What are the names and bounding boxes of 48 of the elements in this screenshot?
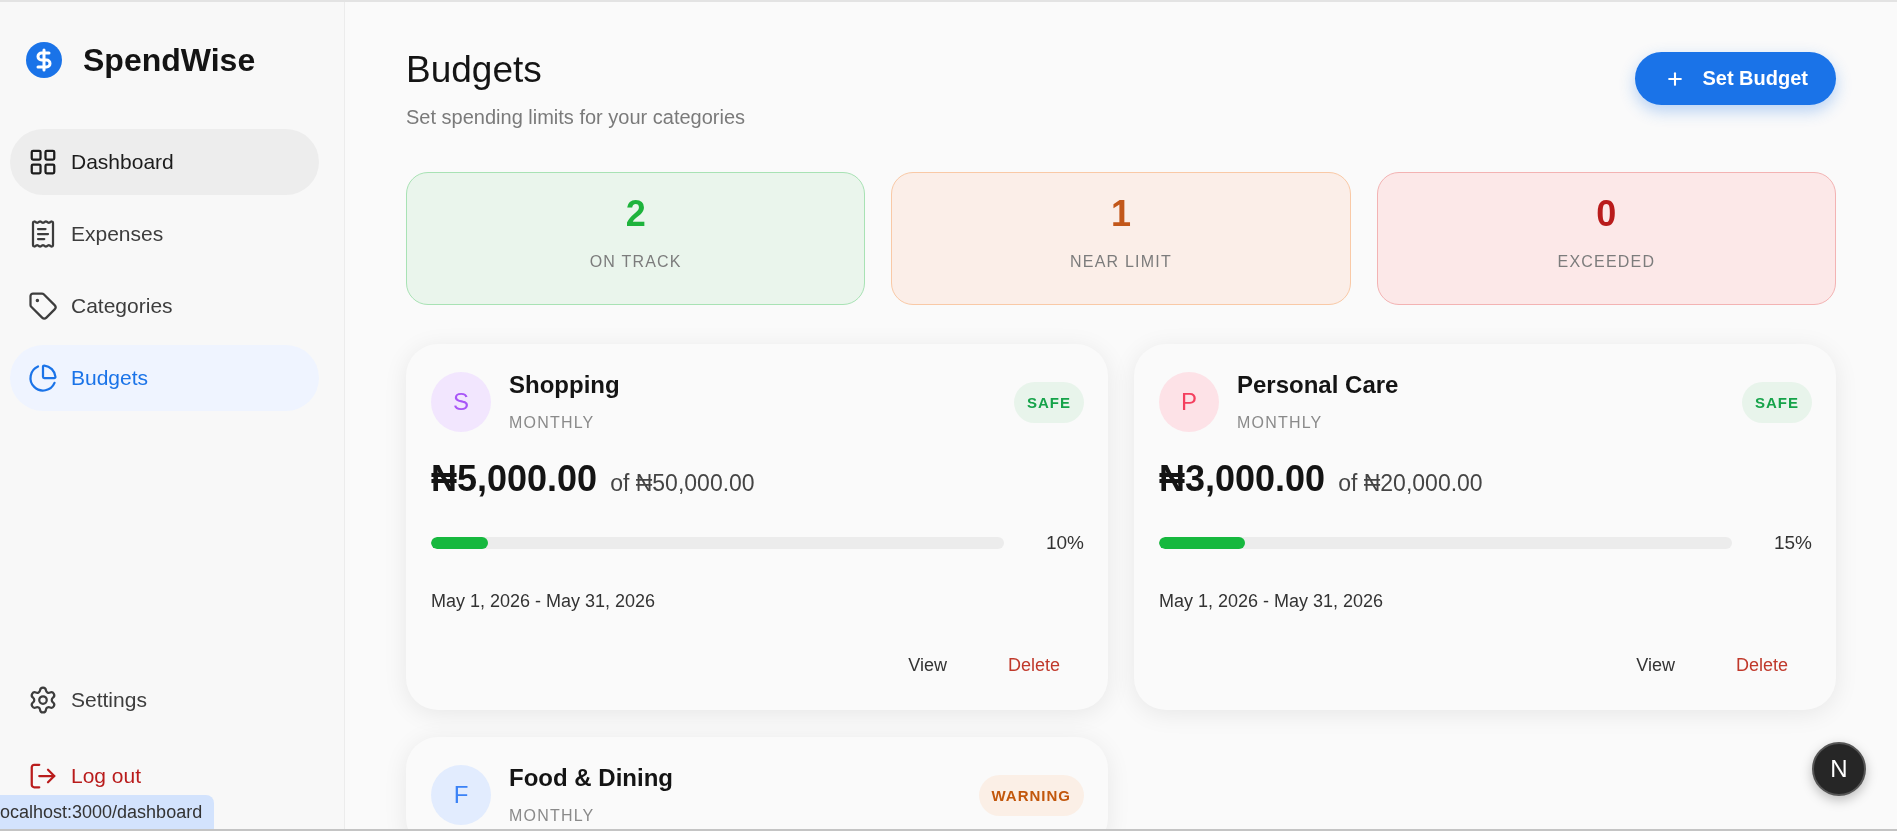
stat-value: 0 — [1596, 192, 1617, 236]
status-badge: SAFE — [1014, 381, 1084, 423]
initial-avatar: F — [431, 765, 491, 825]
stat-value: 2 — [625, 192, 646, 236]
dev-badge[interactable]: N — [1812, 742, 1866, 796]
settings-icon — [28, 685, 58, 715]
stat-value: 1 — [1110, 192, 1131, 236]
budget-name: Personal Care — [1237, 370, 1399, 400]
tag-icon — [28, 291, 58, 321]
budget-name: Shopping — [509, 370, 620, 400]
nav-item[interactable]: Expenses — [10, 201, 319, 267]
logout-button[interactable]: Log out — [10, 756, 160, 796]
date-range: May 1, 2026 - May 31, 2026 — [431, 590, 657, 613]
budget-period: MONTHLY — [509, 413, 596, 433]
stat-label: NEAR LIMIT — [1070, 252, 1172, 272]
nav-item[interactable]: Categories — [10, 273, 319, 339]
stat-label: ON TRACK — [589, 252, 682, 272]
status-badge: SAFE — [1742, 381, 1812, 423]
limit-amount: of ₦50,000.00 — [610, 470, 755, 497]
view-button[interactable]: View — [884, 643, 971, 687]
delete-button[interactable]: Delete — [983, 643, 1084, 687]
limit-amount: of ₦20,000.00 — [1338, 470, 1483, 497]
date-range: May 1, 2026 - May 31, 2026 — [1159, 590, 1385, 613]
percent-label: 10% — [1044, 532, 1084, 554]
set-budget-button[interactable]: Set Budget — [1635, 52, 1836, 105]
spent-amount: ₦5,000.00 — [431, 457, 598, 501]
budget-period: MONTHLY — [509, 806, 596, 826]
page-title: Budgets — [406, 48, 543, 92]
initial-avatar: S — [431, 372, 491, 432]
budget-period: MONTHLY — [1237, 413, 1324, 433]
stat-label: EXCEEDED — [1557, 252, 1656, 272]
percent-label: 15% — [1772, 532, 1812, 554]
logout-icon — [28, 761, 58, 791]
page-subtitle: Set spending limits for your categories — [406, 105, 746, 130]
dollar-icon — [26, 42, 62, 78]
delete-button[interactable]: Delete — [1711, 643, 1812, 687]
budget-name: Food & Dining — [509, 763, 673, 793]
initial-avatar: P — [1159, 372, 1219, 432]
pie-chart-icon — [28, 363, 58, 393]
nav-item[interactable]: Dashboard — [10, 129, 319, 195]
spent-amount: ₦3,000.00 — [1159, 457, 1326, 501]
grid-icon — [28, 147, 58, 177]
view-button[interactable]: View — [1612, 643, 1699, 687]
brand-name: SpendWise — [83, 41, 256, 80]
status-url-tooltip: ocalhost:3000/dashboard — [0, 795, 215, 829]
nav-item[interactable]: Budgets — [10, 345, 319, 411]
status-badge: WARNING — [978, 774, 1084, 816]
nav-item[interactable]: Settings — [10, 680, 165, 720]
